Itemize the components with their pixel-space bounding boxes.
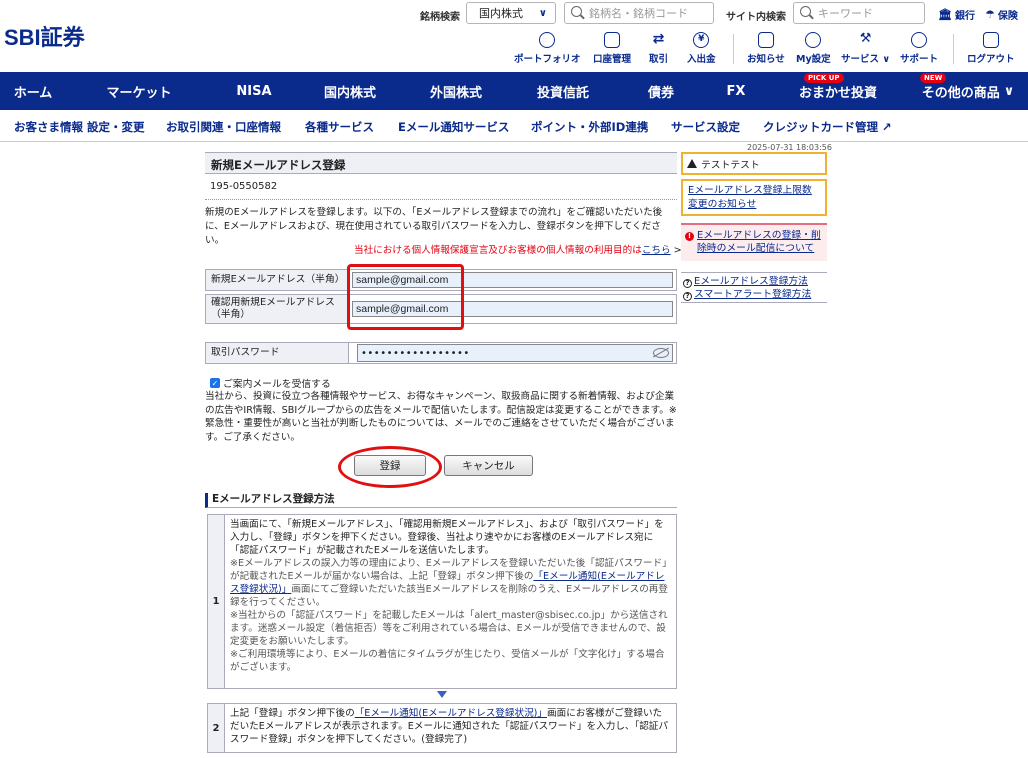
search-icon (571, 6, 582, 17)
insurance-link[interactable]: ☂ 保険 (985, 7, 1018, 22)
nav-robo-advisor[interactable]: PICK UP おまかせ投資 (768, 72, 908, 110)
nav-nisa[interactable]: NISA (212, 72, 296, 110)
account-icon (604, 32, 620, 48)
nav-home[interactable]: ホーム (0, 72, 66, 110)
notice-button[interactable]: お知らせ (747, 32, 785, 65)
headset-icon (911, 32, 927, 48)
subnav-customer-info[interactable]: お客さま情報 設定・変更 (14, 119, 145, 135)
bank-link[interactable]: 🏛 銀行 (938, 7, 975, 22)
delivery-notice-box: ! Eメールアドレスの登録・削除時のメール配信について (681, 223, 827, 261)
subnav-credit-card[interactable]: クレジットカード管理 ↗ (763, 119, 892, 135)
nav-fx[interactable]: FX (704, 72, 768, 110)
page-title: 新規Eメールアドレス登録 (205, 152, 677, 174)
portfolio-button[interactable]: ポートフォリオ (514, 32, 581, 65)
my-settings-button[interactable]: My設定 (796, 32, 831, 65)
yen-icon: ¥ (693, 32, 710, 48)
warning-icon (687, 159, 697, 168)
alert-dot-icon: ! (685, 232, 694, 241)
divider (205, 199, 677, 200)
nav-market[interactable]: マーケット (66, 72, 212, 110)
step-2: 2 上記「登録」ボタン押下後の「Eメール通知(Eメールアドレス登録状況)」画面に… (207, 703, 677, 753)
logout-icon (982, 32, 999, 48)
market-select[interactable]: 国内株式 ∨ (466, 2, 556, 24)
message-icon (757, 32, 774, 48)
nav-domestic-stocks[interactable]: 国内株式 (296, 72, 404, 110)
eye-slash-icon[interactable] (653, 348, 669, 358)
question-icon: ? (683, 292, 692, 301)
confirm-email-label: 確認用新規Eメールアドレス（半角） (206, 295, 349, 323)
subnav-email-notification[interactable]: Eメール通知サービス (398, 119, 509, 135)
highlight-box (347, 264, 464, 330)
sbi-logo[interactable]: SBI証券 (4, 20, 85, 52)
deposit-button[interactable]: ¥ 入出金 (687, 32, 716, 65)
external-link-icon: ↗ (882, 120, 892, 134)
email-howto-link[interactable]: Eメールアドレス登録方法 (694, 276, 808, 287)
alert-box: テストテスト (681, 152, 827, 175)
subnav-trading-account[interactable]: お取引関連・口座情報 (166, 119, 281, 135)
pickup-badge: PICK UP (804, 73, 844, 83)
nav-investment-trusts[interactable]: 投資信託 (508, 72, 618, 110)
step-1: 1 当画面にて、「新規Eメールアドレス」、「確認用新規Eメールアドレス」、および… (207, 514, 677, 689)
portfolio-icon (539, 32, 556, 48)
service-menu-button[interactable]: ⚒ サービス ∨ (841, 31, 891, 66)
site-search-label: サイト内検索 (726, 12, 786, 23)
step-number: 2 (208, 704, 225, 752)
help-links: ? Eメールアドレス登録方法 ? スマートアラート登録方法 (681, 272, 827, 303)
smart-alert-howto-link[interactable]: スマートアラート登録方法 (694, 289, 811, 300)
service-icon: ⚒ (859, 31, 872, 46)
stock-search-input[interactable]: 銘柄名・銘柄コード (564, 2, 714, 24)
password-row: 取引パスワード ••••••••••••••••• (205, 342, 677, 364)
main-navigation: ホーム マーケット NISA 国内株式 外国株式 投資信託 債券 FX PICK… (0, 72, 1028, 110)
newsletter-notice: 当社から、投資に役立つ各種情報やサービス、お得なキャンペーン、取扱商品に関する新… (205, 391, 677, 443)
account-button[interactable]: 口座管理 (593, 32, 631, 65)
nav-other-products[interactable]: NEW その他の商品 ∨ (908, 72, 1028, 110)
trade-button[interactable]: ⇄ 取引 (649, 32, 668, 65)
stock-search-label: 銘柄検索 (420, 12, 460, 23)
registration-method-title: Eメールアドレス登録方法 (205, 493, 677, 508)
newsletter-checkbox[interactable]: ✓ (210, 378, 220, 388)
email-label: 新規Eメールアドレス（半角） (206, 270, 349, 290)
question-icon: ? (683, 279, 692, 288)
delivery-notice-link[interactable]: Eメールアドレスの登録・削除時のメール配信について (697, 230, 821, 254)
password-field[interactable]: ••••••••••••••••• (357, 344, 673, 362)
site-search-input[interactable]: キーワード (793, 2, 925, 24)
new-badge: NEW (920, 73, 947, 83)
chevron-down-icon: ∨ (1003, 83, 1015, 99)
chevron-down-icon: ∨ (538, 7, 547, 19)
bank-icon: 🏛 (938, 8, 952, 21)
site-header: SBI証券 銘柄検索 国内株式 ∨ 銘柄名・銘柄コード サイト内検索 キーワード… (0, 0, 1028, 72)
highlight-oval (338, 446, 442, 488)
password-label: 取引パスワード (206, 343, 349, 363)
user-icon (805, 32, 822, 48)
nav-foreign-stocks[interactable]: 外国株式 (404, 72, 508, 110)
umbrella-icon: ☂ (985, 8, 995, 21)
chevron-down-icon: ∨ (879, 54, 891, 65)
email-status-link[interactable]: 「Eメール通知(Eメールアドレス登録状況)」 (355, 708, 547, 719)
limit-notice-box: Eメールアドレス登録上限数変更のお知らせ (681, 179, 827, 216)
newsletter-checkbox-label: ご案内メールを受信する (223, 379, 331, 390)
sub-navigation: お客さま情報 設定・変更 お取引関連・口座情報 各種サービス Eメール通知サービ… (0, 110, 1028, 142)
privacy-link[interactable]: こちら (642, 245, 671, 256)
support-button[interactable]: サポート (900, 32, 938, 65)
cancel-button[interactable]: キャンセル (444, 455, 533, 476)
nav-bonds[interactable]: 債券 (618, 72, 704, 110)
step-number: 1 (208, 515, 225, 688)
privacy-notice: 当社における個人情報保護宣言及びお客様の個人情報の利用目的はこちら > (354, 245, 682, 256)
trade-icon: ⇄ (652, 31, 665, 47)
limit-notice-link[interactable]: Eメールアドレス登録上限数変更のお知らせ (688, 185, 812, 210)
arrow-down-icon (437, 691, 447, 698)
logout-button[interactable]: ログアウト (967, 32, 1015, 65)
icon-divider (733, 34, 734, 64)
search-icon (800, 6, 811, 17)
subnav-points[interactable]: ポイント・外部ID連携 (531, 119, 648, 135)
newsletter-checkbox-row[interactable]: ✓ ご案内メールを受信する (210, 376, 331, 390)
subnav-service-settings[interactable]: サービス設定 (671, 119, 740, 135)
timestamp: 2025-07-31 18:03:56 (747, 143, 832, 152)
subnav-services[interactable]: 各種サービス (305, 119, 374, 135)
icon-divider (953, 34, 954, 64)
account-number: 195-0550582 (210, 181, 278, 192)
